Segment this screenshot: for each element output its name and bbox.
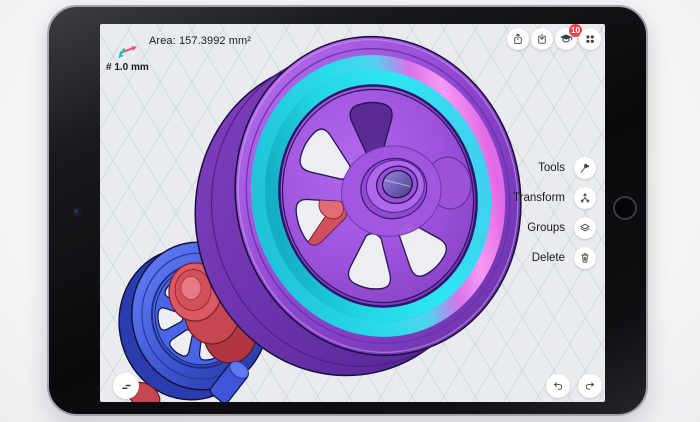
apps-button[interactable]	[579, 28, 601, 50]
area-measurement-label: Area: 157.3992 mm²	[149, 35, 252, 47]
ipad-device-frame: Area: 157.3992 mm² # 1.0 mm 10 Tools Tra…	[47, 5, 648, 416]
app-screen: Area: 157.3992 mm² # 1.0 mm 10 Tools Tra…	[100, 24, 605, 402]
home-button[interactable]	[613, 196, 637, 220]
transform-button[interactable]	[574, 187, 596, 209]
delete-button[interactable]	[574, 247, 596, 269]
menu-label-transform: Transform	[513, 192, 565, 204]
menu-label-groups: Groups	[527, 222, 565, 234]
undo-icon	[554, 382, 563, 390]
groups-button[interactable]	[574, 217, 596, 239]
redo-icon	[585, 382, 594, 390]
layers-icon	[580, 223, 590, 232]
menu-row-tools: Tools	[513, 153, 596, 183]
menu-row-groups: Groups	[513, 213, 596, 243]
menu-row-transform: Transform	[513, 183, 596, 213]
grid-size-label: # 1.0 mm	[106, 62, 149, 73]
context-menu: Tools Transform Groups Delete	[513, 153, 596, 273]
tools-button[interactable]	[574, 157, 596, 179]
import-icon	[538, 33, 546, 44]
menu-label-tools: Tools	[538, 162, 565, 174]
learn-button[interactable]: 10	[555, 24, 582, 50]
import-button[interactable]	[531, 28, 553, 50]
redo-button[interactable]	[578, 374, 602, 398]
top-toolbar: 10	[507, 24, 601, 50]
transform-gizmo-icon	[580, 193, 590, 203]
front-camera	[73, 208, 81, 216]
menu-label-delete: Delete	[531, 252, 565, 264]
items-panel-button[interactable]	[113, 373, 139, 399]
sketch-axes-icon	[115, 39, 141, 61]
hammer-icon	[580, 163, 590, 173]
apps-grid-icon	[586, 35, 594, 43]
list-icon	[121, 384, 131, 389]
menu-row-delete: Delete	[513, 243, 596, 273]
bottom-left-toolbar	[113, 373, 139, 399]
share-icon	[514, 33, 522, 44]
undo-button[interactable]	[546, 374, 570, 398]
share-button[interactable]	[507, 28, 529, 50]
bottom-right-toolbar	[546, 374, 602, 398]
trash-icon	[581, 253, 589, 263]
